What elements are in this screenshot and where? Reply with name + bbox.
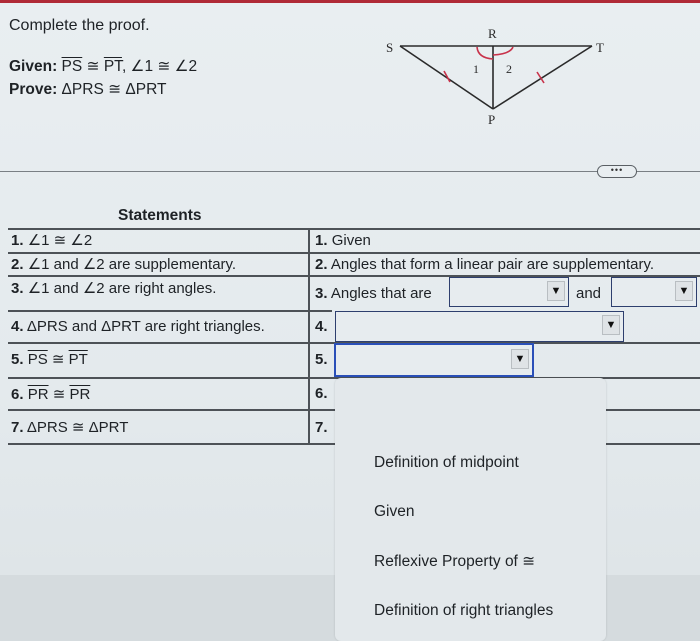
dropdown-option-given[interactable]: Given [374, 503, 415, 521]
segment-ps: PS [27, 351, 48, 368]
reason-3-select-1[interactable]: ▼ [449, 277, 569, 307]
point-label-t: T [596, 40, 604, 55]
reason-3-and-text: and [576, 285, 602, 302]
segment-tp [492, 45, 593, 110]
statement-row-4: 4. ΔPRS and ΔPRT are right triangles. [11, 318, 265, 335]
given-line: Given: PS ≅ PT, ∠1 ≅ ∠2 [9, 57, 197, 76]
prove-label: Prove: [9, 81, 58, 98]
dropdown-arrow-icon[interactable]: ▼ [547, 281, 565, 301]
angle-label-2: 2 [506, 62, 512, 76]
prove-statement: ΔPRS ≅ ΔPRT [57, 81, 167, 98]
dropdown-option-definition-of-midpoint[interactable]: Definition of midpoint [374, 454, 519, 472]
triangle-diagram: S R T P 1 2 [386, 26, 604, 127]
segment-sp [399, 45, 494, 110]
statements-header: Statements [118, 207, 202, 224]
reason-5-select[interactable]: ▼ [334, 343, 534, 377]
segment-pt: PT [68, 351, 88, 368]
dropdown-option-reflexive-property[interactable]: Reflexive Property of ≅ [374, 552, 535, 571]
given-angles: , ∠1 ≅ ∠2 [121, 58, 198, 75]
dropdown-arrow-icon[interactable]: ▼ [675, 281, 693, 301]
dropdown-arrow-icon[interactable]: ▼ [511, 349, 529, 369]
segment-pr: PR [69, 386, 91, 403]
section-divider [0, 171, 700, 172]
reason-row-3: 3. Angles that are [315, 285, 432, 302]
reason-row-7: 7. [315, 419, 328, 436]
statement-row-5: 5. PS ≅ PT [11, 351, 88, 368]
point-label-p: P [488, 112, 495, 127]
table-line [8, 228, 700, 230]
angle-label-1: 1 [473, 62, 479, 76]
given-segment-ps: PS [61, 58, 83, 75]
reason-row-2: 2. Angles that form a linear pair are su… [315, 256, 655, 273]
segment-pr: PR [27, 386, 49, 403]
point-label-r: R [488, 26, 497, 41]
table-line [8, 310, 332, 312]
reason-row-5: 5. [315, 351, 328, 368]
reason-row-4: 4. [315, 318, 328, 335]
angle-2-arc [492, 46, 514, 56]
table-line [8, 252, 700, 254]
instruction-title: Complete the proof. [9, 17, 150, 34]
statement-row-2: 2. ∠1 and ∠2 are supplementary. [11, 256, 237, 273]
dropdown-option-definition-of-right-triangles[interactable]: Definition of right triangles [374, 602, 553, 620]
statement-row-3: 3. ∠1 and ∠2 are right angles. [11, 280, 217, 297]
dropdown-arrow-icon[interactable]: ▼ [602, 315, 620, 335]
given-label: Given: [9, 58, 58, 75]
angle-1-arc [476, 46, 494, 60]
statement-row-7: 7. ΔPRS ≅ ΔPRT [11, 419, 129, 436]
reason-row-1: 1. Given [315, 232, 371, 249]
reason-3-select-2[interactable]: ▼ [611, 277, 697, 307]
congruent-symbol: ≅ [82, 58, 104, 75]
reason-row-6: 6. [315, 385, 328, 402]
table-column-divider [308, 228, 310, 443]
statement-row-1: 1. ∠1 ≅ ∠2 [11, 232, 93, 249]
table-line [8, 275, 700, 277]
point-label-s: S [386, 40, 393, 55]
more-options-button[interactable]: ••• [597, 165, 637, 178]
given-segment-pt: PT [103, 58, 122, 75]
reason-4-select[interactable]: ▼ [335, 311, 624, 342]
prove-line: Prove: ΔPRS ≅ ΔPRT [9, 80, 166, 99]
statement-row-6: 6. PR ≅ PR [11, 386, 91, 403]
reason-dropdown-menu: Definition of midpoint Given Reflexive P… [335, 378, 606, 641]
